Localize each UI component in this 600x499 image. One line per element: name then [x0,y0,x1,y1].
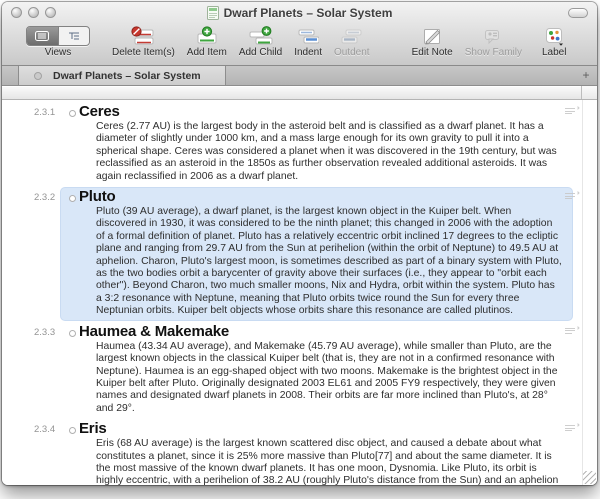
add-child-label: Add Child [239,47,282,58]
toolbar: Views Delete Item(s) [2,23,597,65]
section-number: 2.3.2 [34,192,55,203]
zoom-window-button[interactable] [45,7,56,18]
add-child-button[interactable]: Add Child [239,25,282,58]
edit-note-label: Edit Note [412,47,453,58]
outdent-button[interactable]: Outdent [334,25,370,58]
section-row[interactable]: 2.3.1 Ceres Ceres (2.77 AU) is the large… [2,102,597,187]
label-button[interactable]: Label [542,25,566,58]
section-row[interactable]: 2.3.3 Haumea & Makemake Haumea (43.34 AU… [2,322,597,419]
add-item-icon [195,26,219,46]
outline-bullet-icon[interactable] [69,110,76,117]
resize-grip[interactable] [583,471,596,484]
section-note: Ceres (2.77 AU) is the largest body in t… [96,121,563,183]
add-item-button[interactable]: Add Item [187,25,227,58]
column-header-strip [2,86,597,100]
show-family-icon [482,27,504,46]
section-title[interactable]: Pluto [79,189,563,205]
views-label: Views [45,47,72,58]
close-window-button[interactable] [11,7,22,18]
window-chrome: Dwarf Planets – Solar System [2,2,597,66]
label-label: Label [542,47,566,58]
window-title: Dwarf Planets – Solar System [224,6,393,20]
list-view-segment[interactable] [27,27,58,45]
list-view-icon [35,31,49,41]
section-note: Pluto (39 AU average), a dwarf planet, i… [96,206,563,318]
tab-label: Dwarf Planets – Solar System [53,70,201,82]
outline-bullet-icon[interactable] [69,195,76,202]
section-note: Eris (68 AU average) is the largest know… [96,438,563,485]
tab-close-icon[interactable] [34,72,42,80]
note-indicator-icon[interactable] [565,328,575,336]
section-number: 2.3.4 [34,424,55,435]
section-note: Haumea (43.34 AU average), and Makemake … [96,341,563,415]
outdent-icon [341,26,363,46]
note-indicator-icon[interactable] [565,425,575,433]
note-indicator-icon[interactable] [565,193,575,201]
add-tab-button[interactable]: + [579,67,593,84]
section-number: 2.3.1 [34,107,55,118]
indent-icon [297,26,319,46]
app-window: Dwarf Planets – Solar System [2,2,597,485]
section-row[interactable]: 2.3.2 Pluto Pluto (39 AU average), a dwa… [2,187,597,322]
edit-note-icon [422,27,442,46]
indent-button[interactable]: Indent [294,25,322,58]
views-segmented-control [26,26,90,46]
delete-items-button[interactable]: Delete Item(s) [112,25,175,58]
outline-bullet-icon[interactable] [69,427,76,434]
label-icon [544,27,564,46]
scrollbar-track [582,100,597,485]
toolbar-toggle-pill[interactable] [568,8,588,18]
window-controls [11,7,56,18]
add-child-icon [248,26,274,46]
outline: 2.3.1 Ceres Ceres (2.77 AU) is the large… [2,100,597,485]
note-indicator-icon[interactable] [565,108,575,116]
section-title[interactable]: Haumea & Makemake [79,324,563,340]
title-group: Dwarf Planets – Solar System [207,6,393,20]
outline-view-segment[interactable] [58,27,90,45]
delete-items-label: Delete Item(s) [112,47,175,58]
title-bar[interactable]: Dwarf Planets – Solar System [2,2,597,23]
indent-label: Indent [294,47,322,58]
show-family-button[interactable]: Show Family [465,25,522,58]
tab-bar: Dwarf Planets – Solar System + [2,66,597,86]
views-control: Views [26,25,90,58]
section-row[interactable]: 2.3.4 Eris Eris (68 AU average) is the l… [2,419,597,485]
tab-dwarf-planets[interactable]: Dwarf Planets – Solar System [18,66,226,85]
show-family-label: Show Family [465,47,522,58]
edit-note-button[interactable]: Edit Note [412,25,453,58]
outdent-label: Outdent [334,47,370,58]
section-title[interactable]: Eris [79,421,563,437]
scrollbar-corner [581,86,597,99]
document-icon [207,6,219,20]
minimize-window-button[interactable] [28,7,39,18]
section-title[interactable]: Ceres [79,104,563,120]
outline-bullet-icon[interactable] [69,330,76,337]
delete-items-icon [130,26,156,46]
outline-view-icon [68,31,80,41]
section-number: 2.3.3 [34,327,55,338]
add-item-label: Add Item [187,47,227,58]
